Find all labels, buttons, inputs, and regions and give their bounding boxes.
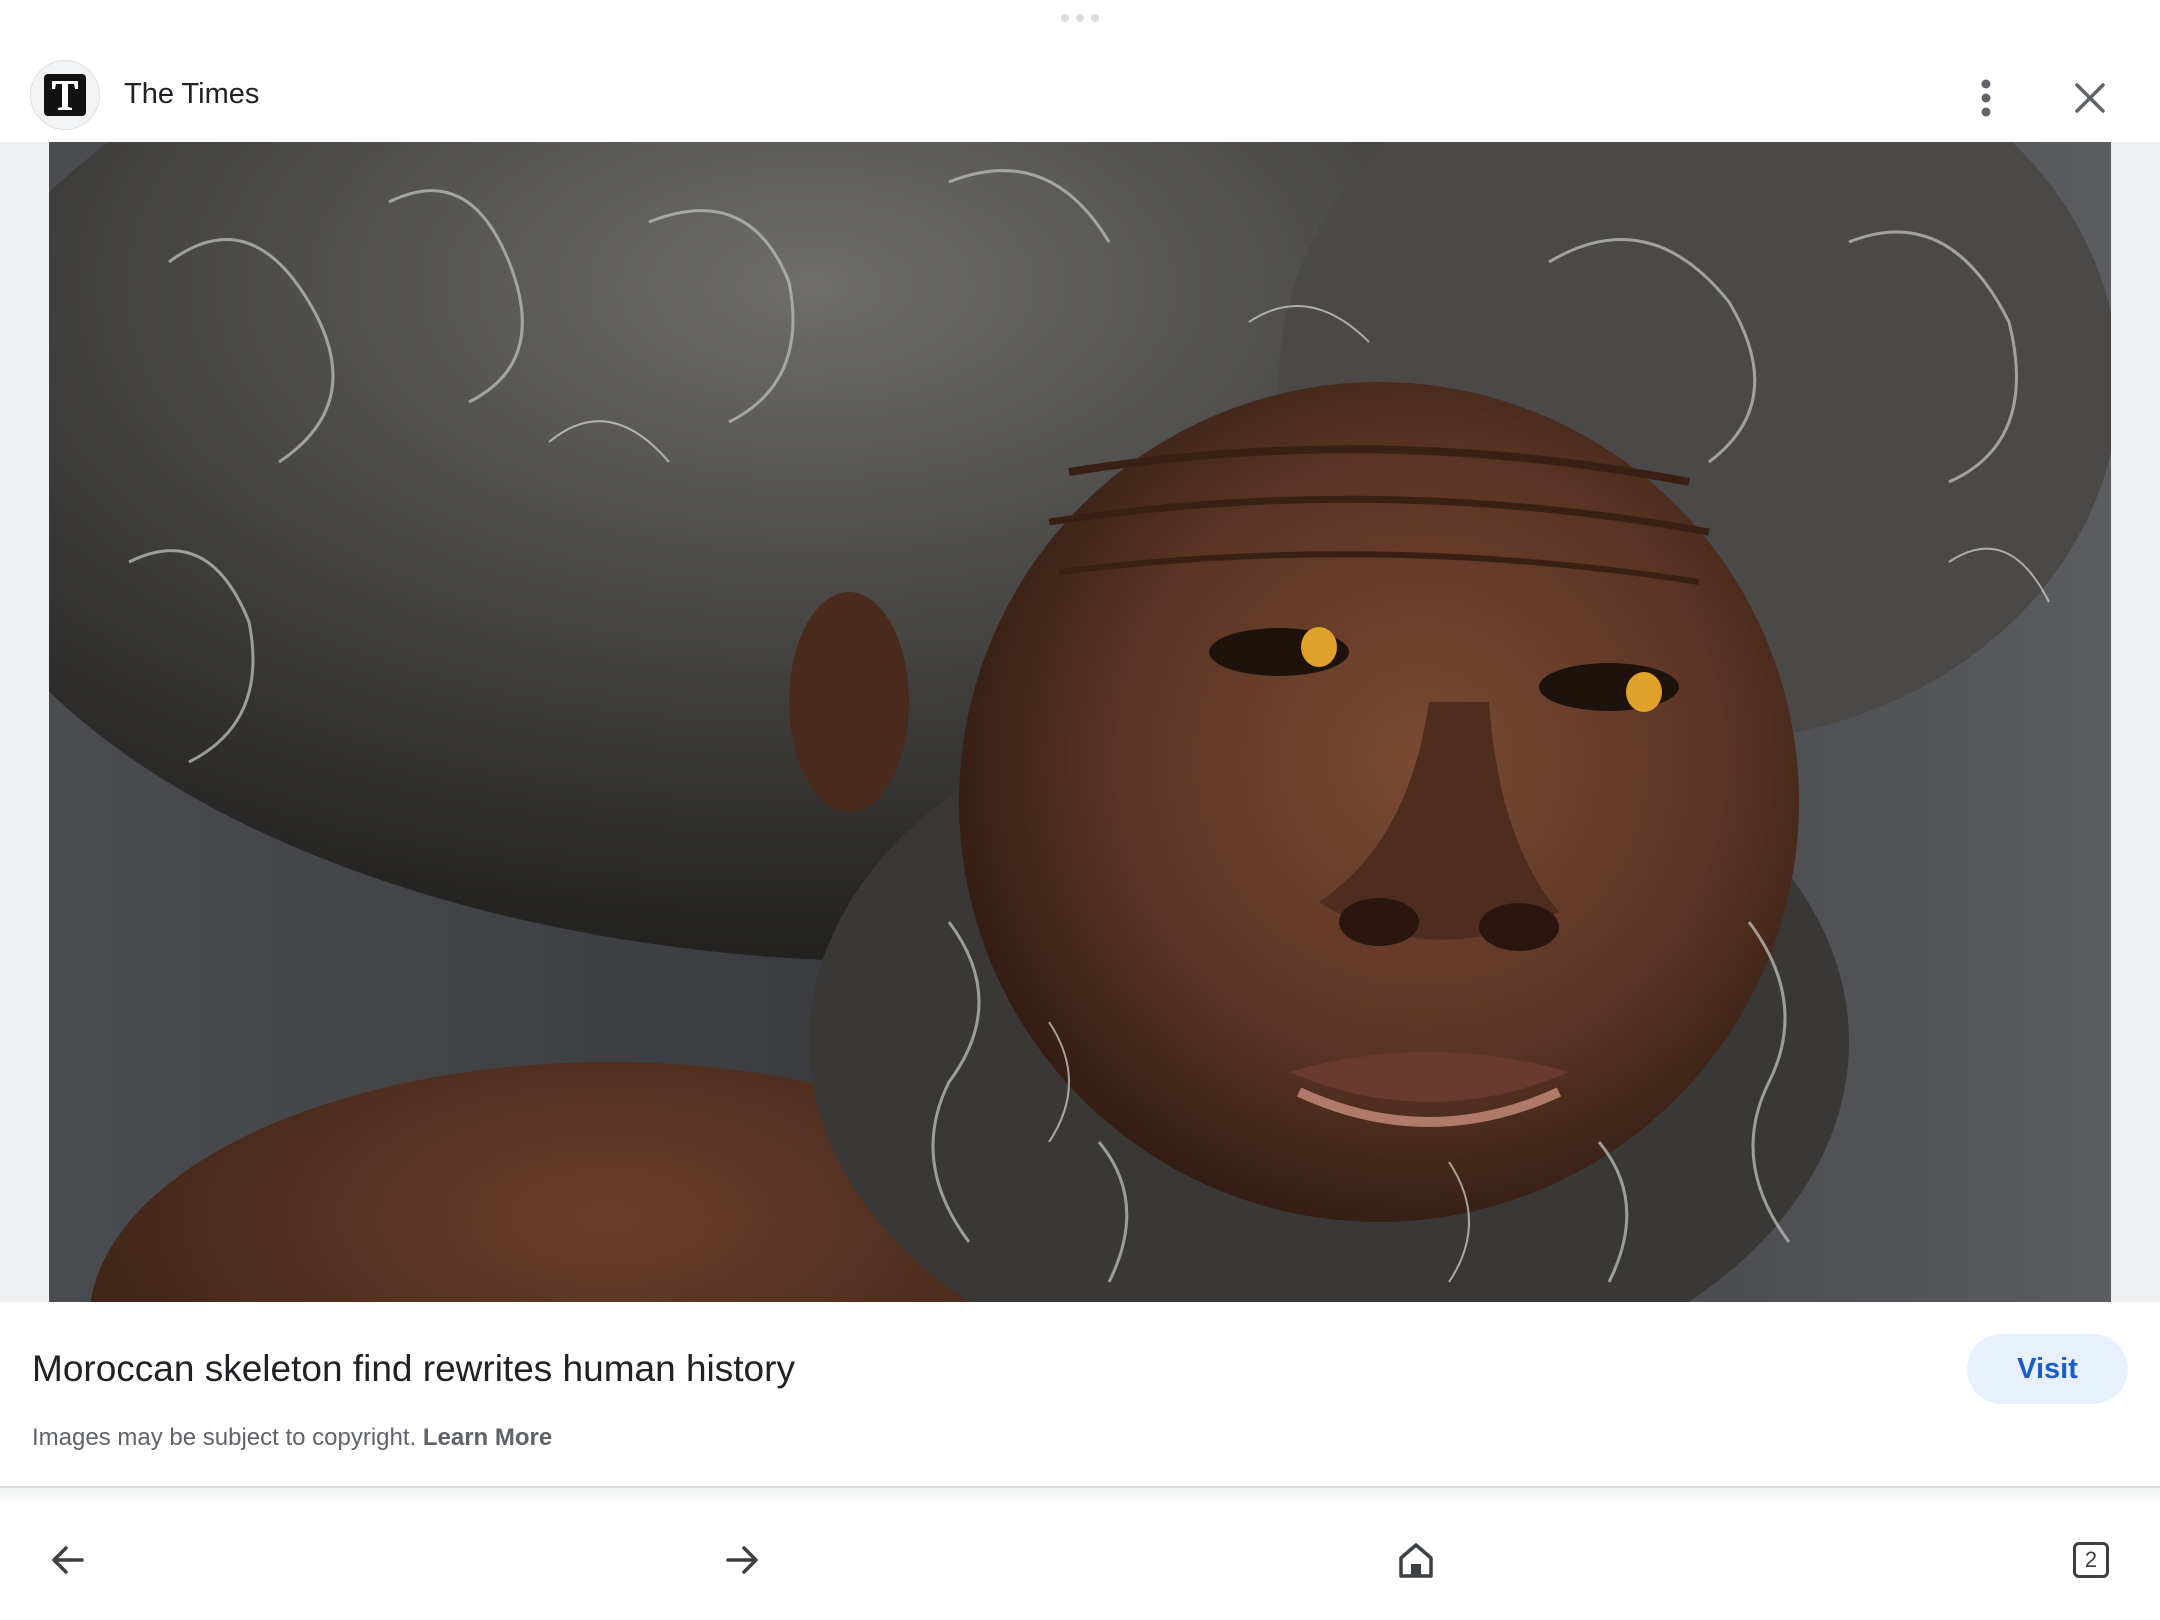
- drag-handle-dot: [1061, 14, 1069, 22]
- close-button[interactable]: [2060, 68, 2120, 128]
- tab-switcher-icon: 2: [2073, 1542, 2109, 1578]
- copyright-notice: Images may be subject to copyright. Lear…: [32, 1424, 552, 1452]
- more-vert-icon: [1981, 79, 1991, 117]
- home-button[interactable]: [1384, 1528, 1448, 1592]
- bottom-nav-bar: 2: [0, 1506, 2160, 1620]
- tab-switcher-button[interactable]: 2: [2059, 1528, 2123, 1592]
- learn-more-link[interactable]: Learn More: [423, 1424, 552, 1451]
- visit-button[interactable]: Visit: [1967, 1334, 2128, 1404]
- drag-handle-dot: [1076, 14, 1084, 22]
- tab-count: 2: [2084, 1547, 2098, 1572]
- image-title[interactable]: Moroccan skeleton find rewrites human hi…: [32, 1348, 795, 1390]
- back-button[interactable]: [36, 1528, 100, 1592]
- nav-shadow: [0, 1488, 2160, 1506]
- arrow-back-icon: [52, 1546, 84, 1574]
- home-icon: [1399, 1543, 1433, 1578]
- drag-handle-dot: [1091, 14, 1099, 22]
- copyright-text: Images may be subject to copyright.: [32, 1424, 417, 1451]
- source-name[interactable]: The Times: [124, 78, 259, 111]
- more-options-button[interactable]: [1956, 68, 2016, 128]
- arrow-forward-icon: [726, 1546, 758, 1574]
- portrait-image: [49, 142, 2111, 1302]
- close-icon: [2075, 83, 2105, 113]
- times-logo-icon: [44, 74, 86, 116]
- image-preview-area: [0, 142, 2160, 1302]
- preview-photo[interactable]: [49, 142, 2111, 1302]
- source-logo[interactable]: [30, 60, 100, 130]
- drag-handle[interactable]: [1061, 14, 1099, 22]
- forward-button[interactable]: [710, 1528, 774, 1592]
- image-viewer-header: The Times: [0, 52, 2160, 142]
